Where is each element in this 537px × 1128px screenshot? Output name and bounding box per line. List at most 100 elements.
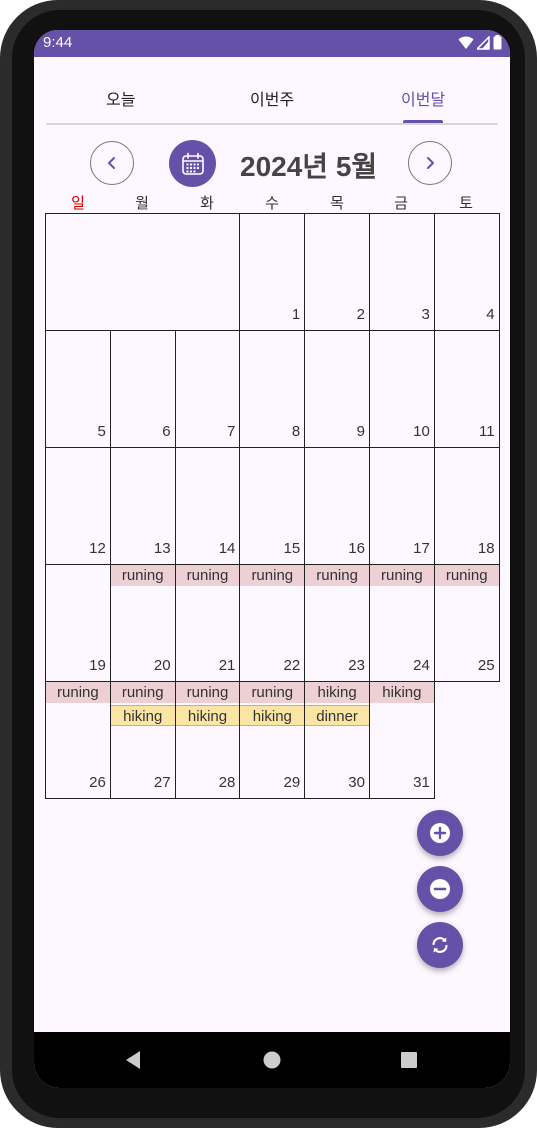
day-number: 19	[89, 657, 106, 674]
plus-circle-icon	[430, 823, 450, 843]
remove-button[interactable]	[417, 866, 463, 912]
day-cell[interactable]: 26 runing	[45, 681, 111, 799]
day-number: 30	[348, 774, 365, 791]
refresh-icon	[432, 937, 448, 953]
recents-icon	[401, 1052, 417, 1068]
day-cell[interactable]: 1	[239, 213, 306, 331]
event-label[interactable]: runing	[434, 565, 499, 586]
day-cell[interactable]: 12	[45, 447, 111, 565]
event-label[interactable]: runing	[110, 682, 175, 703]
day-number: 29	[283, 774, 301, 791]
tab-today[interactable]: 오늘	[106, 86, 135, 110]
day-cell[interactable]: 17	[369, 447, 435, 565]
day-cell[interactable]: 24 runing	[369, 564, 435, 682]
day-cell[interactable]: 2	[304, 213, 370, 331]
day-cell[interactable]: 23 runing	[304, 564, 370, 682]
chevron-right-icon	[427, 157, 434, 169]
tab-this-month[interactable]: 이번달	[401, 86, 445, 110]
day-cell[interactable]: 16	[304, 447, 370, 565]
event-label[interactable]: runing	[110, 565, 175, 586]
status-time: 9:44	[43, 34, 73, 51]
next-month-button[interactable]	[408, 141, 452, 185]
tab-this-week[interactable]: 이번주	[250, 86, 294, 110]
back-button[interactable]	[124, 1050, 142, 1074]
home-button[interactable]	[263, 1050, 281, 1074]
weekday-fri: 금	[394, 195, 408, 212]
day-cell[interactable]: 4	[433, 213, 500, 331]
day-cell[interactable]: 14	[174, 447, 241, 565]
event-label[interactable]: runing	[305, 565, 369, 586]
day-cell[interactable]: 11	[433, 330, 500, 448]
day-number: 13	[153, 540, 171, 557]
minus-circle-icon	[430, 879, 450, 899]
day-cell[interactable]: 7	[174, 330, 241, 448]
day-cell[interactable]: 13	[109, 447, 176, 565]
day-cell[interactable]: 10	[369, 330, 435, 448]
prev-month-button[interactable]	[90, 141, 134, 185]
day-number: 27	[153, 774, 171, 791]
weekday-thu: 목	[330, 195, 344, 212]
event-label[interactable]: hiking	[240, 705, 305, 726]
day-number: 8	[291, 423, 301, 440]
day-cell[interactable]: 3	[369, 213, 435, 331]
blank-cell	[45, 213, 241, 331]
day-number: 18	[477, 540, 495, 557]
day-cell[interactable]: 19	[45, 564, 111, 682]
status-icons	[458, 35, 502, 50]
day-number: 3	[421, 306, 430, 323]
day-cell[interactable]: 30 hiking dinner	[304, 681, 370, 799]
weekday-wed: 수	[265, 195, 279, 212]
day-cell[interactable]: 20 runing	[109, 564, 176, 682]
event-label[interactable]: dinner	[305, 705, 369, 726]
event-label[interactable]: hiking	[110, 705, 175, 726]
day-number: 22	[283, 657, 301, 674]
weekday-sat: 토	[459, 195, 473, 212]
calendar-button[interactable]	[169, 140, 216, 187]
day-cell[interactable]: 31 hiking	[369, 681, 435, 799]
event-label[interactable]: runing	[175, 682, 240, 703]
back-icon	[126, 1051, 140, 1069]
day-cell[interactable]: 22 runing	[239, 564, 306, 682]
day-number: 23	[348, 657, 365, 674]
status-bar: 9:44	[34, 30, 510, 57]
day-cell[interactable]: 27 runing hiking	[109, 681, 176, 799]
day-number: 1	[291, 306, 301, 323]
weekday-sun: 일	[71, 195, 85, 212]
app-screen: 9:44 오늘 이번주 이번달 2024년 5월 일 월 화 수 목 금 토 1…	[34, 30, 510, 1088]
system-nav-bar	[34, 1032, 510, 1088]
day-number: 6	[162, 423, 171, 440]
event-label[interactable]: runing	[240, 565, 305, 586]
day-number: 14	[218, 540, 236, 557]
month-title: 2024년 5월	[240, 151, 378, 182]
day-cell[interactable]: 5	[45, 330, 111, 448]
event-label[interactable]: hiking	[305, 682, 369, 703]
event-label[interactable]: runing	[240, 682, 305, 703]
day-cell[interactable]: 15	[239, 447, 306, 565]
event-label[interactable]: runing	[370, 565, 434, 586]
day-cell[interactable]: 25 runing	[433, 564, 500, 682]
day-number: 16	[348, 540, 365, 557]
event-label[interactable]: hiking	[370, 682, 434, 703]
day-cell[interactable]: 6	[109, 330, 176, 448]
home-icon	[263, 1051, 281, 1069]
day-cell[interactable]: 28 runing hiking	[174, 681, 241, 799]
day-cell[interactable]: 8	[239, 330, 306, 448]
signal-icon	[477, 35, 490, 50]
wifi-icon	[458, 36, 474, 49]
day-cell[interactable]: 29 runing hiking	[239, 681, 306, 799]
tab-indicator	[403, 120, 443, 123]
add-button[interactable]	[417, 810, 463, 856]
event-label[interactable]: runing	[175, 565, 240, 586]
weekday-mon: 월	[135, 195, 149, 212]
day-number: 5	[97, 423, 106, 440]
recents-button[interactable]	[400, 1050, 418, 1074]
refresh-button[interactable]	[417, 922, 463, 968]
day-cell[interactable]: 9	[304, 330, 370, 448]
event-label[interactable]: hiking	[175, 705, 240, 726]
day-number: 17	[413, 540, 430, 557]
day-cell[interactable]: 21 runing	[174, 564, 241, 682]
event-label[interactable]: runing	[46, 682, 110, 703]
day-cell[interactable]: 18	[433, 447, 500, 565]
month-grid: 1 2 3 4 5 6 7 8 9 10 11 12 13 14 15 16 17 18 19 20 runing 21 r…	[45, 213, 500, 799]
day-number: 12	[89, 540, 106, 557]
